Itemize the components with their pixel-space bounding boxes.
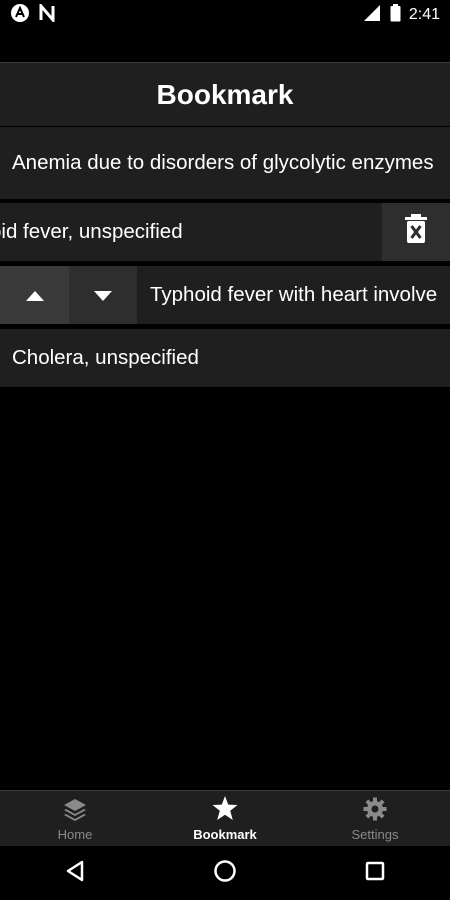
back-icon (65, 860, 85, 887)
signal-icon (362, 4, 382, 26)
bookmark-label: Typhoid fever with heart involve (150, 283, 438, 306)
recents-square-icon (365, 861, 385, 886)
bookmark-item[interactable]: Typhoid fever with heart involve (0, 266, 450, 324)
tab-label: Bookmark (193, 827, 257, 842)
home-circle-icon (213, 859, 237, 888)
home-button[interactable] (195, 846, 255, 900)
bookmark-item[interactable]: oid fever, unspecified (0, 203, 450, 261)
app-a-icon (10, 3, 30, 27)
bottom-tab-bar: Home Bookmark Settings (0, 790, 450, 847)
move-down-button[interactable] (69, 266, 137, 324)
delete-button[interactable] (382, 203, 450, 261)
layers-icon (63, 797, 87, 824)
n-icon (38, 1, 56, 26)
caret-down-icon (94, 282, 112, 308)
status-bar: 2:41 (0, 0, 450, 30)
recents-button[interactable] (345, 846, 405, 900)
bookmark-label: oid fever, unspecified (0, 220, 183, 243)
bookmark-label: Cholera, unspecified (12, 346, 199, 369)
tab-settings[interactable]: Settings (300, 791, 450, 847)
clock: 2:41 (408, 6, 440, 23)
system-nav-bar (0, 846, 450, 900)
trash-icon (403, 213, 429, 251)
page-title: Bookmark (0, 62, 450, 126)
bookmark-item[interactable]: Cholera, unspecified (0, 329, 450, 387)
caret-up-icon (25, 282, 44, 308)
move-up-button[interactable] (0, 266, 69, 324)
tab-home[interactable]: Home (0, 791, 150, 847)
back-button[interactable] (45, 846, 105, 900)
bookmark-item[interactable]: Anemia due to disorders of glycolytic en… (0, 127, 450, 199)
tab-label: Home (57, 826, 93, 842)
battery-icon (390, 4, 401, 26)
gear-icon (363, 797, 387, 824)
star-icon (212, 796, 238, 824)
tab-label: Settings (351, 826, 399, 842)
tab-bookmark[interactable]: Bookmark (150, 791, 300, 847)
bookmark-label: Anemia due to disorders of glycolytic en… (12, 151, 434, 174)
